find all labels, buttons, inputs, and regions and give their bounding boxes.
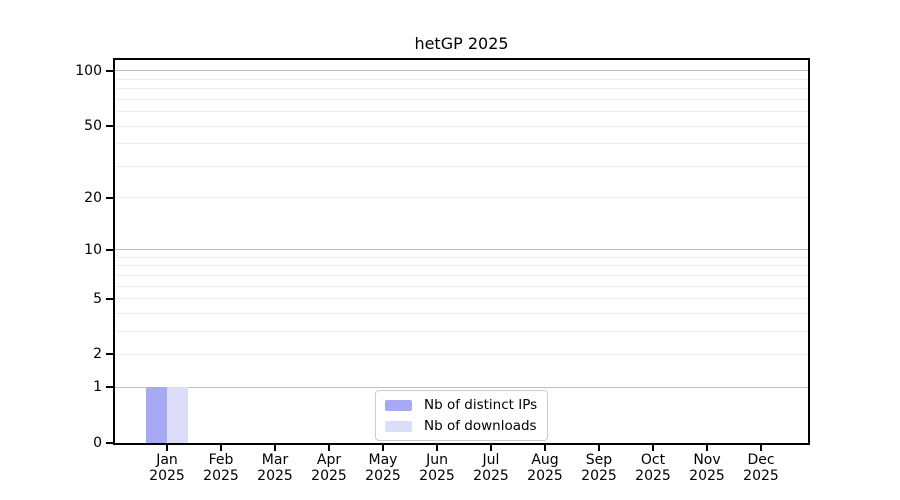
legend-label-distinct-ips: Nb of distinct IPs [424, 397, 538, 413]
x-tick-dec [760, 445, 762, 451]
minor-gridline-20 [115, 197, 808, 199]
minor-gridline-6 [115, 285, 808, 287]
y-tick-20 [106, 196, 113, 199]
legend-label-downloads: Nb of downloads [424, 418, 537, 434]
y-tick-label-10: 10 [84, 241, 102, 258]
minor-gridline-40 [115, 143, 808, 145]
y-tick-label-2: 2 [93, 346, 102, 363]
minor-gridline-8 [115, 265, 808, 267]
y-tick-label-5: 5 [93, 290, 102, 307]
major-gridline-10 [115, 249, 808, 251]
minor-gridline-50 [115, 125, 808, 127]
legend-swatch-downloads-icon [385, 420, 412, 432]
y-tick-10 [106, 248, 113, 251]
minor-gridline-4 [115, 312, 808, 314]
x-tick-feb [220, 445, 222, 451]
y-tick-0 [106, 442, 113, 444]
y-tick-label-1: 1 [93, 379, 102, 396]
legend-entry-distinct-ips: Nb of distinct IPs [385, 396, 537, 414]
chart-title: hetGP 2025 [414, 34, 509, 53]
bar-jan-downloads [167, 387, 188, 443]
minor-gridline-9 [115, 256, 808, 258]
y-tick-100 [106, 69, 113, 72]
legend: Nb of distinct IPs Nb of downloads [375, 390, 549, 441]
x-tick-jul [490, 445, 492, 451]
x-tick-nov [706, 445, 708, 451]
minor-gridline-60 [115, 111, 808, 113]
x-tick-may [382, 445, 384, 451]
minor-gridline-70 [115, 98, 808, 100]
y-tick-5 [106, 297, 113, 300]
month-label: Dec [747, 452, 775, 468]
minor-gridline-3 [115, 330, 808, 332]
x-tick-label-dec: Dec 2025 [729, 452, 793, 484]
x-tick-jan [166, 445, 168, 451]
y-tick-1 [106, 386, 113, 389]
legend-swatch-distinct-ips-icon [385, 399, 412, 411]
legend-entry-downloads: Nb of downloads [385, 417, 537, 435]
x-tick-jun [436, 445, 438, 451]
plot-area [115, 60, 808, 443]
y-tick-2 [106, 353, 113, 356]
minor-gridline-80 [115, 88, 808, 90]
x-tick-mar [274, 445, 276, 451]
y-tick-50 [106, 125, 113, 128]
year-label: 2025 [743, 468, 779, 484]
x-tick-oct [652, 445, 654, 451]
x-tick-apr [328, 445, 330, 451]
y-tick-label-100: 100 [75, 62, 102, 79]
y-tick-label-20: 20 [84, 189, 102, 206]
chart-figure: hetGP 2025 0 1 2 5 10 20 50 100 Jan 2025 Feb 2025 M… [0, 0, 900, 500]
y-tick-label-50: 50 [84, 118, 102, 135]
major-gridline-1 [115, 386, 808, 388]
x-tick-sep [598, 445, 600, 451]
major-gridline-100 [115, 70, 808, 72]
minor-gridline-5 [115, 298, 808, 300]
minor-gridline-30 [115, 165, 808, 167]
minor-gridline-90 [115, 78, 808, 80]
y-tick-label-0: 0 [93, 435, 102, 451]
bar-jan-distinct-ips [146, 387, 167, 443]
minor-gridline-2 [115, 353, 808, 355]
minor-gridline-7 [115, 274, 808, 276]
x-tick-aug [544, 445, 546, 451]
